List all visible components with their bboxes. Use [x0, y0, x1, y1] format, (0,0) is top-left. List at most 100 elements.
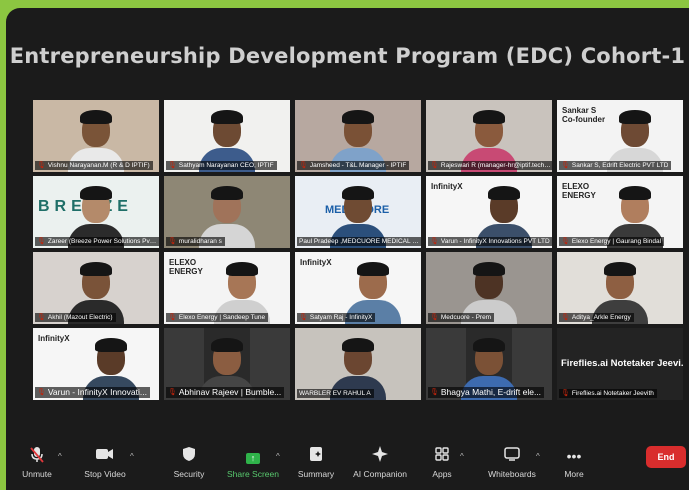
participant-tile[interactable]: WARBLER EV RAHUL A	[295, 328, 421, 400]
participant-tile[interactable]: 🎙 Medcuore - Prem	[426, 252, 552, 324]
company-logo: InfinityX	[431, 182, 463, 191]
mic-muted-icon: 🎙	[168, 238, 177, 245]
mic-muted-icon: 🎙	[299, 162, 308, 169]
participant-tile[interactable]: 🎙 Bhagya Mathi, E-drift ele...	[426, 328, 552, 400]
participant-tile[interactable]: 🎙 Aditya_Arkle Energy	[557, 252, 683, 324]
participant-name-tag: 🎙 Akhil (Mazout Electric)	[35, 313, 116, 322]
apps-button[interactable]: Apps	[430, 446, 454, 479]
participant-tile[interactable]: ELEXO ENERGY 🎙 Elexo Energy | Gaurang Bind…	[557, 176, 683, 248]
participant-tile[interactable]: 🎙 Akhil (Mazout Electric)	[33, 252, 159, 324]
participant-tile[interactable]: Fireflies.ai Notetaker Jeevi... 🎙 Fireflie…	[557, 328, 683, 400]
participant-tile[interactable]: 🎙 Vishnu Narayanan.M (R & D IPTIF)	[33, 100, 159, 172]
participant-name-tag: 🎙 Medcuore - Prem	[428, 313, 495, 322]
participant-tile[interactable]: MEDCUOREPaul Pradeep ,MEDCUORE MEDICAL S…	[295, 176, 421, 248]
unmute-button[interactable]: Unmute	[20, 446, 54, 479]
notetaker-title: Fireflies.ai Notetaker Jeevi...	[561, 358, 683, 369]
company-logo: ELEXO ENERGY	[562, 182, 596, 200]
participant-name: Vishnu Narayanan.M (R & D IPTIF)	[47, 162, 150, 169]
participant-name: Varun - InfinityX Innovati...	[47, 387, 147, 397]
sparkle-icon	[350, 446, 410, 466]
participant-name-tag: 🎙 Jamsheed - T&L Manager - IPTIF	[297, 161, 410, 170]
stop-video-button[interactable]: Stop Video	[82, 446, 128, 479]
participant-name: Abhinav Rajeev | Bumble...	[178, 387, 282, 397]
shield-icon	[170, 446, 208, 466]
participant-name-tag: 🎙Rajeswari R (manager-hr@iptif.tech (IPT…	[428, 161, 552, 170]
participant-name: Rajeswari R (manager-hr@iptif.tech (IPTI…	[440, 162, 551, 169]
whiteboards-button[interactable]: Whiteboards	[482, 446, 542, 479]
meeting-title: Entrepreneurship Development Program (ED…	[9, 44, 686, 68]
participant-tile[interactable]: BREEZE🎙Zareer (Breeze Power Solutions Pv…	[33, 176, 159, 248]
mic-muted-icon: 🎙	[299, 314, 308, 321]
mic-muted-icon: 🎙	[430, 162, 439, 169]
participant-tile[interactable]: 🎙 Sathyam Narayanan CEO, IPTIF	[164, 100, 290, 172]
participant-name-tag: 🎙 Aditya_Arkle Energy	[559, 313, 634, 322]
participant-name-tag: 🎙 Fireflies.ai Notetaker Jeevith	[559, 389, 657, 398]
participant-name: Paul Pradeep ,MEDCUORE MEDICAL SOLUTI...	[299, 238, 420, 245]
share-options-chevron-icon[interactable]: ^	[276, 452, 280, 461]
video-options-chevron-icon[interactable]: ^	[130, 452, 134, 461]
participant-tile[interactable]: ELEXO ENERGY 🎙 Elexo Energy | Sandeep Tune	[164, 252, 290, 324]
mic-muted-icon: 🎙	[430, 238, 439, 245]
company-logo: Sankar S Co-founder	[562, 106, 606, 124]
participant-tile[interactable]: InfinityX 🎙 Varun - InfinityX Innovati...	[33, 328, 159, 400]
mic-muted-icon: 🎙	[168, 162, 177, 169]
company-logo: InfinityX	[300, 258, 332, 267]
participant-name-tag: WARBLER EV RAHUL A	[297, 389, 374, 398]
participant-name-tag: 🎙 muralidharan s	[166, 237, 225, 246]
participant-grid: 🎙 Vishnu Narayanan.M (R & D IPTIF) 🎙 Sathya…	[33, 100, 683, 400]
share-screen-button[interactable]: ↑ Share Screen	[226, 446, 280, 479]
participant-tile[interactable]: 🎙 Abhinav Rajeev | Bumble...	[164, 328, 290, 400]
participant-tile[interactable]: Sankar S Co-founder 🎙 Sankar S, Edrift Ele…	[557, 100, 683, 172]
participant-name: Elexo Energy | Sandeep Tune	[178, 314, 266, 321]
participant-name: Satyam Raj - InfinityX	[309, 314, 373, 321]
security-button[interactable]: Security	[170, 446, 208, 479]
participant-tile[interactable]: InfinityX 🎙 Varun - InfinityX Innovations …	[426, 176, 552, 248]
participant-name: Fireflies.ai Notetaker Jeevith	[571, 390, 654, 397]
participant-name: Aditya_Arkle Energy	[571, 314, 631, 321]
participant-name-tag: 🎙 Zareer (Breeze Power Solutions Pvt Ltd)	[35, 237, 159, 246]
apps-grid-icon	[430, 446, 454, 466]
mic-muted-icon: 🎙	[168, 389, 177, 396]
participant-name-tag: 🎙 Elexo Energy | Gaurang Bindal	[559, 237, 665, 246]
participant-tile[interactable]: InfinityX 🎙 Satyam Raj - InfinityX	[295, 252, 421, 324]
participant-name-tag: 🎙 Bhagya Mathi, E-drift ele...	[428, 387, 545, 398]
participant-name: muralidharan s	[178, 238, 222, 245]
participant-name-tag: Paul Pradeep ,MEDCUORE MEDICAL SOLUTI...	[297, 237, 421, 246]
whiteboards-options-chevron-icon[interactable]: ^	[536, 452, 540, 461]
participant-name: Jamsheed - T&L Manager - IPTIF	[309, 162, 407, 169]
mic-muted-icon: 🎙	[561, 162, 570, 169]
participant-name: Medcuore - Prem	[440, 314, 492, 321]
more-button[interactable]: ••• More	[562, 446, 586, 479]
company-logo: ELEXO ENERGY	[169, 258, 203, 276]
participant-tile[interactable]: 🎙Rajeswari R (manager-hr@iptif.tech (IPT…	[426, 100, 552, 172]
unmute-options-chevron-icon[interactable]: ^	[58, 452, 62, 461]
summary-button[interactable]: Summary	[296, 446, 336, 479]
participant-name-tag: 🎙 Varun - InfinityX Innovations PVT LTD	[428, 237, 552, 246]
participant-name-tag: 🎙 Sathyam Narayanan CEO, IPTIF	[166, 161, 277, 170]
end-meeting-button[interactable]: End	[646, 446, 686, 468]
mic-muted-icon: 🎙	[37, 314, 46, 321]
meeting-toolbar: Unmute ^ Stop Video ^ Security ↑ Share S…	[6, 440, 689, 490]
mic-muted-icon	[20, 446, 54, 466]
participant-name-tag: 🎙 Satyam Raj - InfinityX	[297, 313, 376, 322]
mic-muted-icon: 🎙	[37, 162, 46, 169]
participant-name-tag: 🎙 Sankar S, Edrift Electric PVT LTD	[559, 161, 672, 170]
ai-companion-button[interactable]: AI Companion	[350, 446, 410, 479]
participant-name-tag: 🎙 Elexo Energy | Sandeep Tune	[166, 313, 269, 322]
participant-name: Sankar S, Edrift Electric PVT LTD	[571, 162, 669, 169]
mic-muted-icon: 🎙	[561, 238, 570, 245]
participant-tile[interactable]: 🎙 muralidharan s	[164, 176, 290, 248]
mic-muted-icon: 🎙	[37, 238, 46, 245]
apps-options-chevron-icon[interactable]: ^	[460, 452, 464, 461]
mic-muted-icon: 🎙	[168, 314, 177, 321]
participant-name-tag: 🎙 Vishnu Narayanan.M (R & D IPTIF)	[35, 161, 153, 170]
more-dots-icon: •••	[566, 448, 582, 464]
summary-document-icon	[296, 446, 336, 466]
participant-tile[interactable]: 🎙 Jamsheed - T&L Manager - IPTIF	[295, 100, 421, 172]
whiteboard-icon	[482, 446, 542, 466]
mic-muted-icon: 🎙	[561, 314, 570, 321]
participant-name: Akhil (Mazout Electric)	[47, 314, 113, 321]
participant-name-tag: 🎙 Varun - InfinityX Innovati...	[35, 387, 150, 398]
participant-name: Elexo Energy | Gaurang Bindal	[571, 238, 662, 245]
video-camera-icon	[82, 446, 128, 466]
